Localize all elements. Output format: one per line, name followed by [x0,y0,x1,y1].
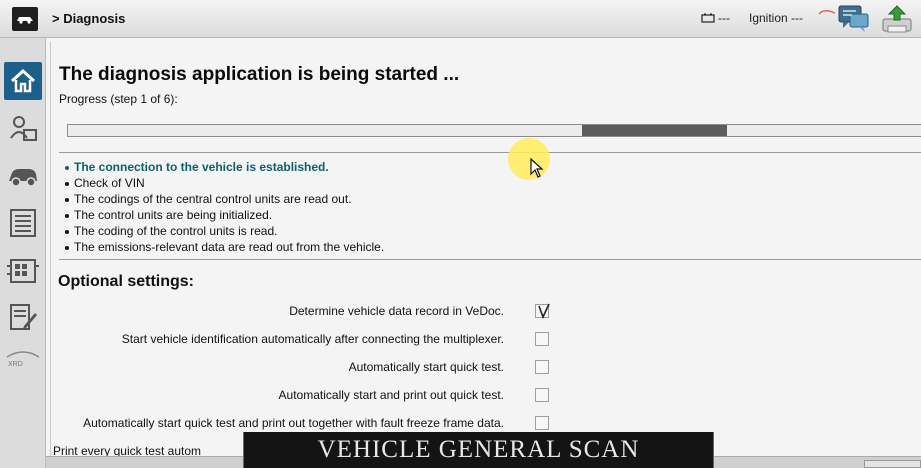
option-checkbox[interactable] [535,303,550,319]
printer-upload-icon [882,5,912,33]
print-button[interactable] [880,4,914,34]
top-bar: > Diagnosis --- Ignition --- [0,0,921,38]
operator-icon [10,116,37,141]
messages-button[interactable] [838,5,870,33]
option-checkbox[interactable] [535,332,549,346]
step-item: Check of VIN [65,175,384,191]
option-label: Automatically start quick test and print… [83,416,504,430]
main-panel: The diagnosis application is being start… [46,38,921,468]
progress-bar-fill [581,125,728,136]
sidebar: XRD [0,38,46,468]
content-frame: The diagnosis application is being start… [50,42,921,468]
option-checkbox[interactable] [535,360,549,374]
mouse-cursor-icon [530,158,544,178]
battery-status-text: --- [718,11,730,25]
breadcrumb: > Diagnosis [52,11,126,26]
caption-text: VEHICLE GENERAL SCAN [317,436,640,463]
sidebar-item-home[interactable] [4,62,42,100]
step-list: The connection to the vehicle is establi… [65,159,384,255]
option-label: Determine vehicle data record in VeDoc. [289,304,504,318]
checkmark-icon [538,303,550,319]
vehicle-icon [9,169,37,187]
xrd-label: XRD [8,361,23,368]
control-units-icon [7,259,39,283]
option-label: Automatically start and print out quick … [278,388,504,402]
home-icon [10,69,36,93]
battery-status: --- [701,11,730,25]
list-icon [10,209,36,237]
option-label: Automatically start quick test. [348,360,504,374]
bottom-button[interactable] [864,460,921,468]
divider [59,152,921,153]
divider [59,259,921,260]
page-title: The diagnosis application is being start… [59,64,460,85]
step-item: The control units are being initialized. [65,207,384,223]
option-checkbox[interactable] [535,388,549,402]
ignition-status: Ignition --- [749,11,804,25]
edit-document-icon [10,304,37,330]
sidebar-item-list[interactable] [4,204,42,242]
chat-bubble-icon [838,5,869,32]
step-item: The emissions-relevant data are read out… [65,239,384,255]
step-item: The coding of the control units is read. [65,223,384,239]
sidebar-item-operator[interactable] [4,110,42,148]
xrd-icon [6,351,40,358]
progress-bar [67,124,921,137]
annotation-mark-icon [818,10,836,15]
video-caption: VEHICLE GENERAL SCAN [243,432,714,468]
option-label: Start vehicle identification automatical… [121,332,504,346]
sidebar-item-edit[interactable] [4,298,42,336]
battery-icon [701,13,715,23]
car-logo-icon[interactable] [12,7,38,31]
sidebar-item-control-units[interactable] [4,252,42,290]
optional-settings-title: Optional settings: [58,273,194,290]
option-checkbox[interactable] [535,416,549,430]
progress-label: Progress (step 1 of 6): [59,92,178,106]
step-item: The codings of the central control units… [65,191,384,207]
step-item-current: The connection to the vehicle is establi… [65,159,384,175]
sidebar-item-vehicle[interactable] [4,158,42,196]
